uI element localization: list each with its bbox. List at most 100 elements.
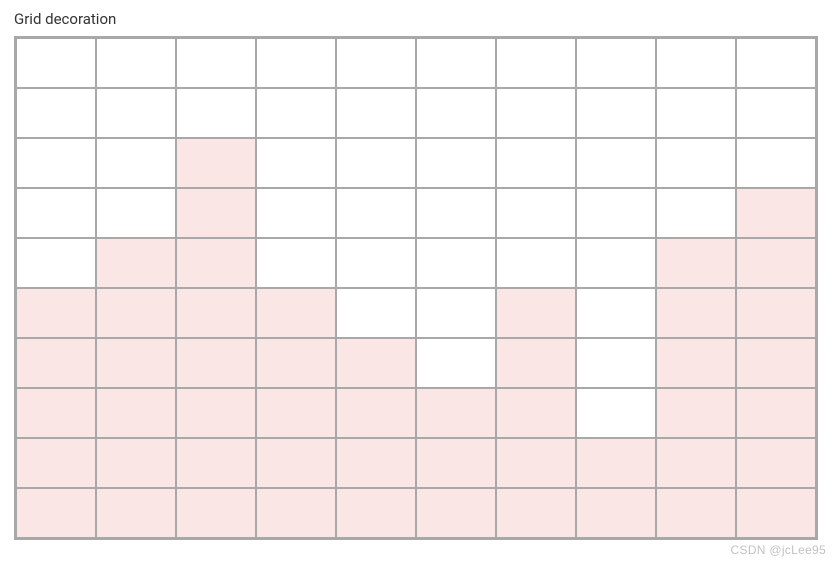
grid-cell: [96, 388, 176, 438]
grid-cell: [496, 138, 576, 188]
grid-cell: [96, 488, 176, 538]
grid-cell: [416, 38, 496, 88]
chart-title: Grid decoration: [14, 10, 818, 28]
grid-cell: [336, 438, 416, 488]
grid-cell: [176, 188, 256, 238]
grid-cell: [176, 288, 256, 338]
grid-cell: [736, 88, 816, 138]
grid-cell: [656, 238, 736, 288]
grid-cell: [96, 38, 176, 88]
grid-cell: [16, 338, 96, 388]
grid-cell: [336, 388, 416, 438]
grid-cell: [496, 438, 576, 488]
grid-cell: [16, 488, 96, 538]
grid-cell: [576, 238, 656, 288]
grid-cell: [176, 38, 256, 88]
watermark: CSDN @jcLee95: [731, 543, 826, 557]
grid-cell: [656, 138, 736, 188]
grid-cell: [656, 338, 736, 388]
grid-cell: [736, 488, 816, 538]
grid-cell: [736, 188, 816, 238]
grid-cell: [176, 88, 256, 138]
grid-cell: [16, 188, 96, 238]
grid-cell: [96, 338, 176, 388]
grid: [16, 38, 816, 538]
grid-cell: [736, 338, 816, 388]
grid-cell: [656, 38, 736, 88]
grid-container: [14, 36, 818, 540]
grid-cell: [416, 188, 496, 238]
grid-cell: [736, 238, 816, 288]
grid-cell: [496, 288, 576, 338]
grid-cell: [736, 138, 816, 188]
grid-cell: [736, 38, 816, 88]
grid-cell: [576, 388, 656, 438]
grid-cell: [496, 388, 576, 438]
grid-cell: [576, 288, 656, 338]
grid-cell: [576, 488, 656, 538]
grid-cell: [16, 88, 96, 138]
grid-cell: [16, 438, 96, 488]
grid-cell: [576, 138, 656, 188]
grid-cell: [176, 488, 256, 538]
grid-cell: [256, 138, 336, 188]
grid-cell: [416, 288, 496, 338]
grid-cell: [576, 88, 656, 138]
grid-cell: [256, 238, 336, 288]
grid-cell: [416, 238, 496, 288]
grid-cell: [656, 438, 736, 488]
grid-cell: [416, 488, 496, 538]
grid-cell: [576, 38, 656, 88]
grid-cell: [416, 138, 496, 188]
grid-cell: [656, 488, 736, 538]
grid-cell: [96, 88, 176, 138]
grid-cell: [16, 288, 96, 338]
grid-cell: [176, 388, 256, 438]
grid-cell: [336, 488, 416, 538]
grid-cell: [336, 38, 416, 88]
grid-cell: [656, 88, 736, 138]
grid-cell: [256, 288, 336, 338]
grid-cell: [96, 288, 176, 338]
grid-cell: [16, 138, 96, 188]
grid-cell: [336, 88, 416, 138]
grid-cell: [656, 388, 736, 438]
grid-cell: [176, 338, 256, 388]
grid-cell: [576, 188, 656, 238]
grid-cell: [416, 88, 496, 138]
grid-cell: [656, 188, 736, 238]
grid-cell: [416, 388, 496, 438]
grid-cell: [576, 438, 656, 488]
grid-cell: [656, 288, 736, 338]
grid-cell: [496, 488, 576, 538]
grid-cell: [336, 138, 416, 188]
grid-cell: [336, 238, 416, 288]
grid-cell: [176, 138, 256, 188]
grid-cell: [96, 188, 176, 238]
grid-cell: [496, 88, 576, 138]
grid-cell: [256, 188, 336, 238]
grid-cell: [496, 188, 576, 238]
grid-cell: [416, 338, 496, 388]
grid-cell: [16, 238, 96, 288]
grid-cell: [496, 238, 576, 288]
grid-cell: [496, 338, 576, 388]
grid-cell: [336, 188, 416, 238]
grid-cell: [336, 338, 416, 388]
grid-cell: [256, 338, 336, 388]
grid-cell: [336, 288, 416, 338]
grid-cell: [256, 388, 336, 438]
grid-cell: [736, 388, 816, 438]
grid-cell: [176, 438, 256, 488]
grid-cell: [96, 238, 176, 288]
grid-cell: [16, 388, 96, 438]
grid-cell: [256, 88, 336, 138]
grid-cell: [736, 438, 816, 488]
grid-cell: [176, 238, 256, 288]
grid-cell: [496, 38, 576, 88]
grid-cell: [16, 38, 96, 88]
grid-cell: [256, 438, 336, 488]
grid-cell: [576, 338, 656, 388]
grid-cell: [736, 288, 816, 338]
grid-cell: [96, 438, 176, 488]
